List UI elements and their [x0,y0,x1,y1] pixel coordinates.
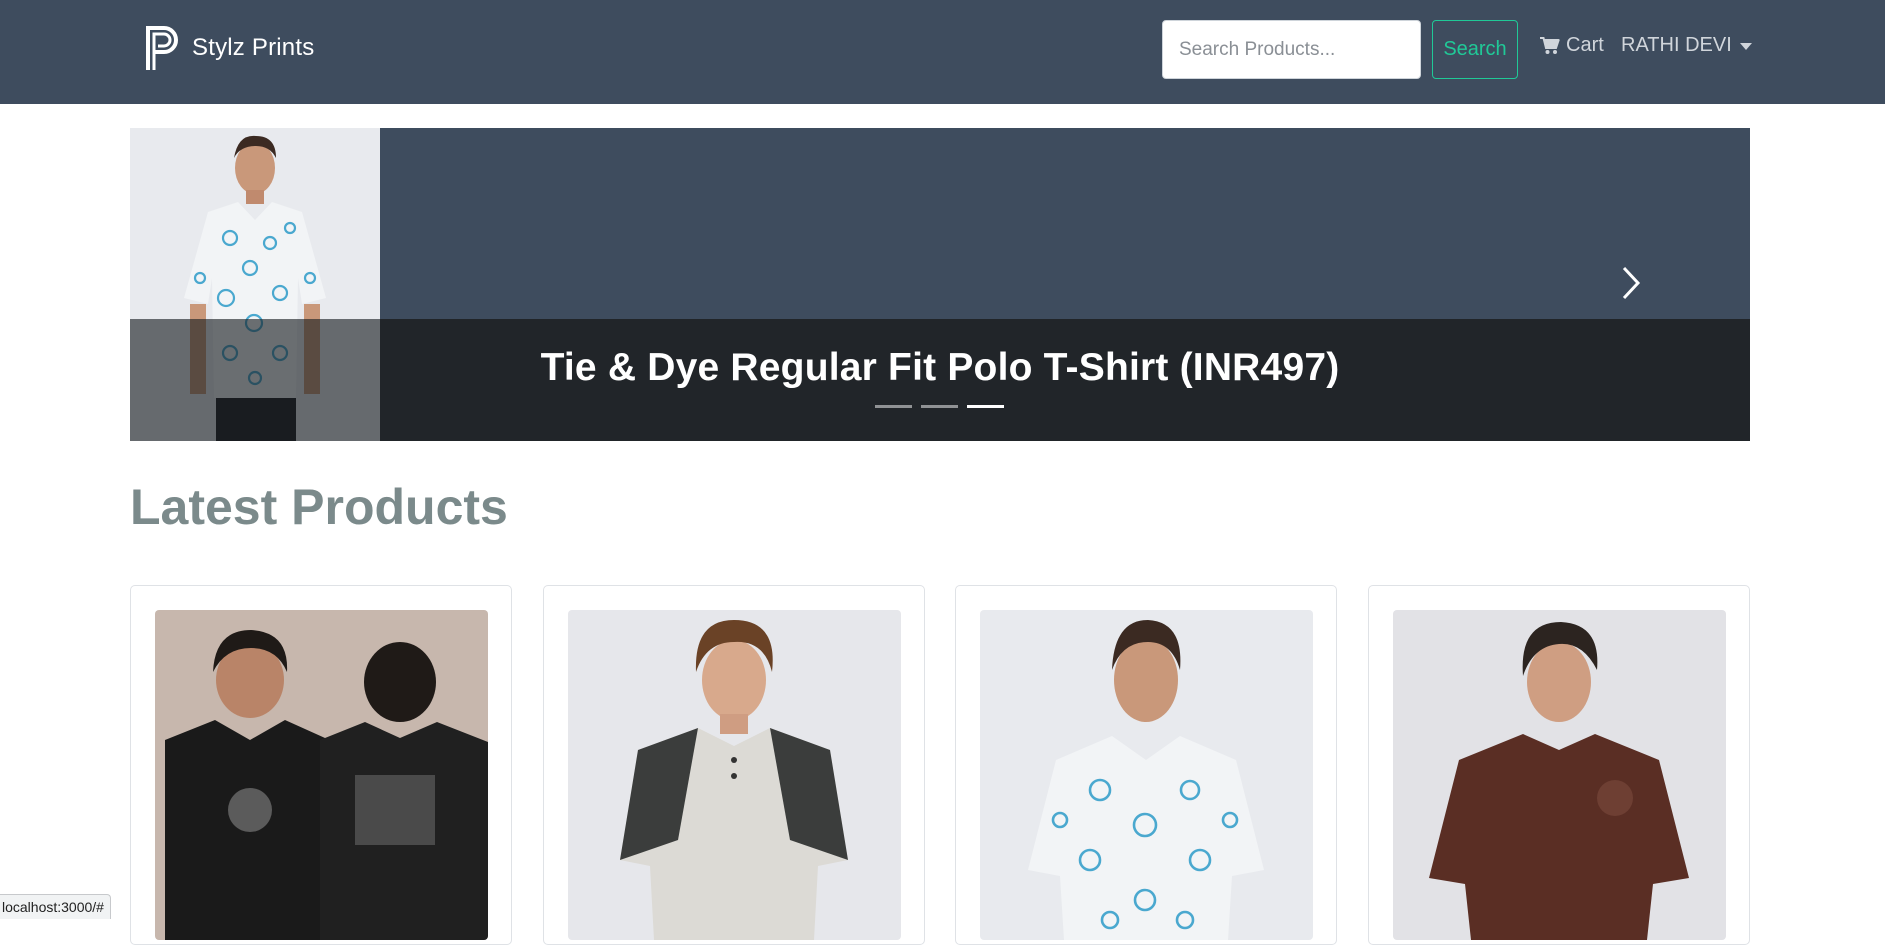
browser-status-bar: localhost:3000/# [0,894,111,919]
black-graphic-tshirt-image [155,610,488,940]
cart-label: Cart [1566,34,1604,56]
chevron-right-icon [1622,266,1641,300]
search-input[interactable] [1162,20,1421,79]
product-card[interactable] [955,585,1337,945]
brown-oversized-tshirt-image [1393,610,1726,940]
user-menu-dropdown[interactable]: RATHI DEVI [1621,34,1752,57]
section-title: Latest Products [130,479,508,535]
carousel-indicators [875,405,1004,408]
brand-link[interactable]: Stylz Prints [144,22,314,74]
cart-link[interactable]: Cart [1540,34,1604,57]
product-carousel[interactable]: Tie & Dye Regular Fit Polo T-Shirt (INR4… [130,128,1750,441]
caret-down-icon [1739,43,1752,50]
user-name: RATHI DEVI [1621,34,1732,56]
product-image[interactable] [980,610,1313,940]
navbar: Stylz Prints Search Cart RATHI DEVI [0,0,1885,104]
carousel-next-button[interactable] [1610,258,1650,308]
product-card[interactable] [1368,585,1750,945]
cart-icon [1540,36,1560,54]
carousel-indicator[interactable] [875,405,912,408]
product-image[interactable] [1393,610,1726,940]
product-image[interactable] [568,610,901,940]
search-button[interactable]: Search [1432,20,1518,79]
product-image[interactable] [155,610,488,940]
carousel-caption[interactable]: Tie & Dye Regular Fit Polo T-Shirt (INR4… [130,346,1750,390]
grey-raglan-henley-image [568,610,901,940]
brand-name: Stylz Prints [192,34,315,61]
product-card[interactable] [543,585,925,945]
brand-logo-icon [146,26,178,70]
product-card[interactable] [130,585,512,945]
carousel-indicator[interactable] [921,405,958,408]
tie-dye-polo-image [980,610,1313,940]
carousel-indicator-active[interactable] [967,405,1004,408]
